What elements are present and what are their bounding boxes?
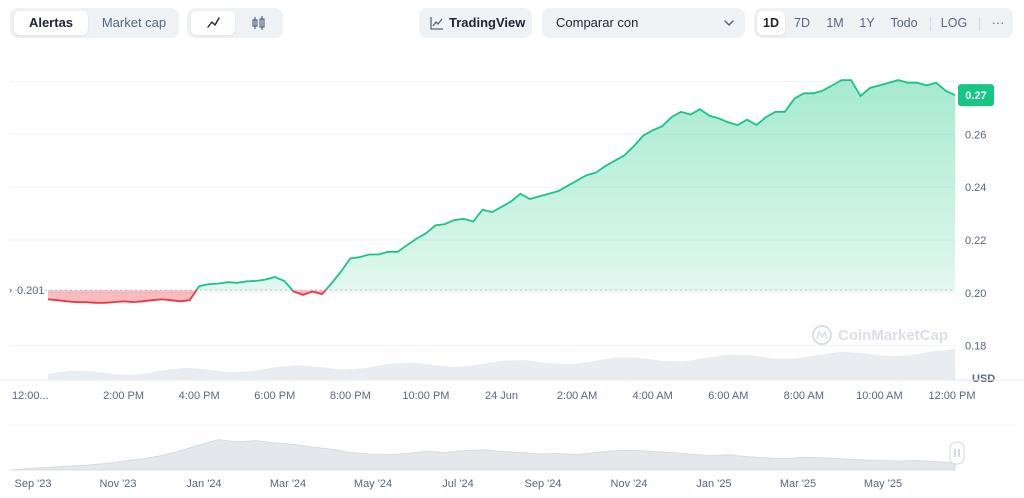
tradingview-button[interactable]: TradingView <box>419 8 532 38</box>
chevron-down-icon <box>724 20 734 27</box>
line-chart-button[interactable] <box>191 11 235 35</box>
toolbar-divider <box>979 17 980 31</box>
x-tick-label: 4:00 AM <box>632 390 672 402</box>
current-price-tag: 0.27 <box>958 84 994 107</box>
navigator-volume <box>9 439 956 471</box>
baseline-value: 0.201 <box>17 285 45 297</box>
more-options-button[interactable]: ··· <box>985 11 1011 35</box>
line-chart-icon <box>207 17 220 28</box>
compare-select[interactable]: Comparar con <box>542 8 745 38</box>
navigator-date-label: Jul '24 <box>442 478 473 490</box>
range-1d-button[interactable]: 1D <box>757 11 785 35</box>
navigator-labels: Sep '23 Nov '23 Jan '24 Mar '24 May '24 Jul '… <box>15 478 903 490</box>
navigator-date-label: Jan '25 <box>696 478 731 490</box>
candlestick-icon <box>252 16 265 30</box>
x-tick-label: 8:00 AM <box>784 390 824 402</box>
coinmarketcap-watermark: CoinMarketCap <box>812 325 948 345</box>
toolbar-divider <box>930 17 931 31</box>
y-axis-unit: USD <box>972 373 995 385</box>
y-tick-label: 0.22 <box>965 235 986 247</box>
y-tick-label: 0.20 <box>965 288 986 300</box>
range-all-button[interactable]: Todo <box>885 11 923 35</box>
navigator-date-label: Sep '23 <box>15 478 52 490</box>
navigator-date-label: Mar '24 <box>270 478 306 490</box>
y-tick-label: 0.26 <box>965 129 986 141</box>
navigator-date-label: Nov '23 <box>100 478 137 490</box>
view-toggle: Alertas Market cap <box>10 8 179 38</box>
navigator-date-label: Nov '24 <box>611 478 648 490</box>
chart-toolbar: Alertas Market cap TradingView Comparar … <box>0 0 1024 50</box>
x-tick-label: 12:00 PM <box>928 390 975 402</box>
y-tick-label: 0.18 <box>965 341 986 353</box>
watermark-text: CoinMarketCap <box>838 327 948 344</box>
y-tick-label: 0.24 <box>965 182 986 194</box>
range-7d-button[interactable]: 7D <box>788 11 816 35</box>
candlestick-chart-button[interactable] <box>237 11 281 35</box>
x-tick-label: 2:00 PM <box>103 390 144 402</box>
x-tick-label: 2:00 AM <box>557 390 597 402</box>
log-scale-button[interactable]: LOG <box>936 11 972 35</box>
baseline-marker-icon: › <box>9 285 12 295</box>
y-axis: 0.18 0.20 0.22 0.24 0.26 <box>965 129 986 352</box>
price-chart[interactable]: CoinMarketCap 0.18 0.20 0.22 0.24 0.26 12:00… <box>0 50 1024 498</box>
x-tick-label: 6:00 AM <box>708 390 748 402</box>
x-tick-label: 10:00 PM <box>402 390 449 402</box>
baseline-label: › 0.201 <box>9 285 45 297</box>
tab-alertas[interactable]: Alertas <box>14 11 88 35</box>
compare-label: Comparar con <box>556 15 639 30</box>
volume-area <box>48 349 955 380</box>
navigator-date-label: Mar '25 <box>780 478 816 490</box>
range-navigator[interactable]: Sep '23 Nov '23 Jan '24 Mar '24 May '24 Jul '… <box>9 424 1014 490</box>
range-selector: 1D 7D 1M 1Y Todo LOG ··· <box>754 8 1013 38</box>
range-1y-button[interactable]: 1Y <box>853 11 881 35</box>
navigator-handle[interactable] <box>949 441 965 465</box>
tab-market-cap[interactable]: Market cap <box>92 11 176 35</box>
x-tick-label: 12:00... <box>12 390 49 402</box>
navigator-date-label: Jan '24 <box>186 478 221 490</box>
x-tick-label: 24 Jun <box>485 390 518 402</box>
tradingview-label: TradingView <box>449 15 526 30</box>
current-price-value: 0.27 <box>965 90 986 102</box>
x-tick-label: 8:00 PM <box>330 390 371 402</box>
navigator-date-label: May '24 <box>354 478 392 490</box>
chart-type-toggle <box>187 8 283 38</box>
x-tick-label: 10:00 AM <box>856 390 902 402</box>
x-tick-label: 4:00 PM <box>179 390 220 402</box>
tradingview-icon <box>430 17 443 30</box>
x-tick-label: 6:00 PM <box>254 390 295 402</box>
range-1m-button[interactable]: 1M <box>820 11 850 35</box>
navigator-date-label: May '25 <box>864 478 902 490</box>
x-axis: 12:00... 2:00 PM 4:00 PM 6:00 PM 8:00 PM 10:0… <box>12 390 976 402</box>
navigator-date-label: Sep '24 <box>525 478 562 490</box>
